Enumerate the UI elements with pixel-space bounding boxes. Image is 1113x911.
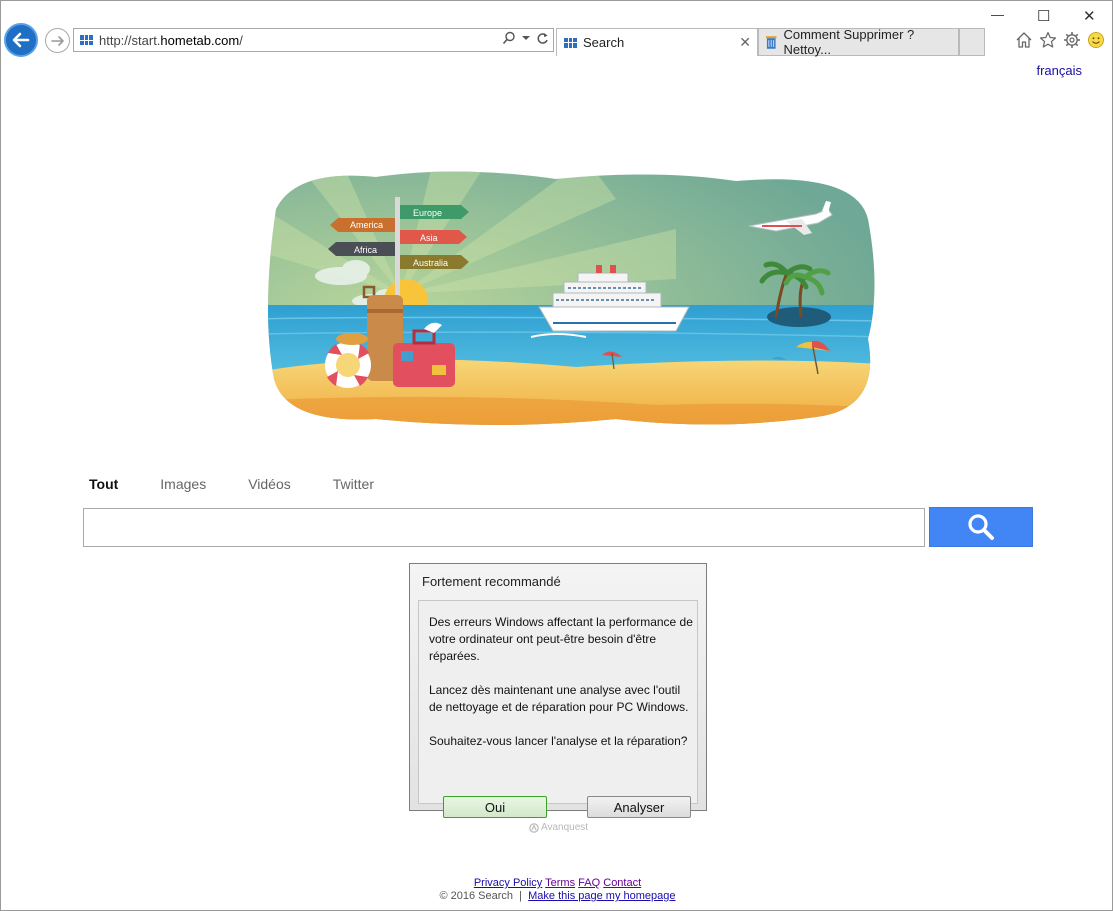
close-window-button[interactable]: ✕ — [1083, 7, 1096, 25]
settings-button[interactable] — [1062, 30, 1082, 50]
sign-america: America — [350, 220, 383, 230]
favorites-button[interactable] — [1038, 30, 1058, 50]
dialog-question: Souhaitez-vous lancer l'analyse et la ré… — [429, 734, 688, 748]
recommendation-dialog: Fortement recommandé Des erreurs Windows… — [409, 563, 707, 833]
brand-name: Avanquest — [541, 822, 589, 833]
smiley-icon — [1088, 32, 1104, 48]
gear-icon — [1064, 32, 1080, 48]
forward-button[interactable] — [45, 28, 70, 53]
dialog-message: Des erreurs Windows affectant la perform… — [429, 614, 694, 767]
url-text: http://start.hometab.com/ — [99, 32, 243, 48]
search-input[interactable] — [83, 508, 925, 547]
trash-bin-icon — [765, 35, 777, 49]
sign-asia: Asia — [420, 233, 438, 243]
site-favicon-icon — [80, 35, 93, 45]
tab-comment-supprimer[interactable]: Comment Supprimer ? Nettoy... — [758, 27, 959, 57]
star-icon — [1039, 31, 1057, 48]
tab-images[interactable]: Images — [160, 476, 206, 492]
forward-arrow-icon — [50, 35, 64, 46]
footer-separator: | — [519, 890, 523, 902]
yes-button[interactable]: Oui — [443, 796, 547, 818]
tab-favicon-icon — [564, 37, 577, 48]
avanquest-logo-icon — [529, 822, 539, 833]
dialog-title: Fortement recommandé — [422, 574, 561, 589]
terms-link[interactable]: Terms — [545, 877, 575, 889]
home-icon — [1016, 32, 1032, 48]
dialog-paragraph-1: Des erreurs Windows affectant la perform… — [429, 615, 693, 663]
dialog-body: Des erreurs Windows affectant la perform… — [418, 600, 698, 833]
feedback-button[interactable] — [1086, 30, 1106, 50]
analyze-button[interactable]: Analyser — [587, 796, 691, 818]
search-icon[interactable] — [502, 31, 516, 45]
footer-bottom: © 2016 Search | Make this page my homepa… — [1, 890, 1112, 902]
tab-title: Search — [583, 35, 625, 50]
language-link[interactable]: français — [1036, 63, 1082, 78]
search-icon — [968, 514, 994, 540]
footer-links: Privacy Policy Terms FAQ Contact — [1, 877, 1112, 889]
dialog-brand: Avanquest — [529, 822, 588, 833]
tab-videos[interactable]: Vidéos — [248, 476, 291, 492]
privacy-policy-link[interactable]: Privacy Policy — [474, 877, 542, 889]
address-bar[interactable]: http://start.hometab.com/ — [73, 28, 554, 52]
tab-title: Comment Supprimer ? Nettoy... — [783, 27, 915, 57]
tab-search[interactable]: Search ✕ — [556, 28, 758, 56]
back-button[interactable] — [4, 23, 38, 57]
sign-australia: Australia — [413, 258, 448, 268]
copyright-text: © 2016 Search — [439, 890, 514, 902]
sign-europe: Europe — [413, 208, 442, 218]
maximize-button[interactable]: ☐ — [1037, 7, 1050, 25]
refresh-icon[interactable] — [536, 32, 549, 45]
tab-tout[interactable]: Tout — [89, 476, 118, 492]
search-button[interactable] — [929, 507, 1033, 547]
browser-window: — ☐ ✕ http://start.hometab.com/ Search ✕… — [0, 0, 1113, 911]
close-tab-icon[interactable]: ✕ — [739, 34, 751, 51]
travel-illustration: America Europe Asia Africa Australia — [267, 171, 875, 426]
dropdown-arrow-icon[interactable] — [522, 34, 530, 42]
faq-link[interactable]: FAQ — [578, 877, 600, 889]
back-arrow-icon — [12, 32, 30, 48]
minimize-button[interactable]: — — [991, 7, 1004, 22]
search-type-tabs: Tout Images Vidéos Twitter — [89, 476, 416, 492]
new-tab-button[interactable] — [959, 28, 985, 56]
sign-africa: Africa — [354, 245, 377, 255]
contact-link[interactable]: Contact — [603, 877, 641, 889]
tab-twitter[interactable]: Twitter — [333, 476, 374, 492]
home-button[interactable] — [1014, 30, 1034, 50]
make-homepage-link[interactable]: Make this page my homepage — [528, 890, 675, 902]
dialog-paragraph-2: Lancez dès maintenant une analyse avec l… — [429, 683, 689, 714]
